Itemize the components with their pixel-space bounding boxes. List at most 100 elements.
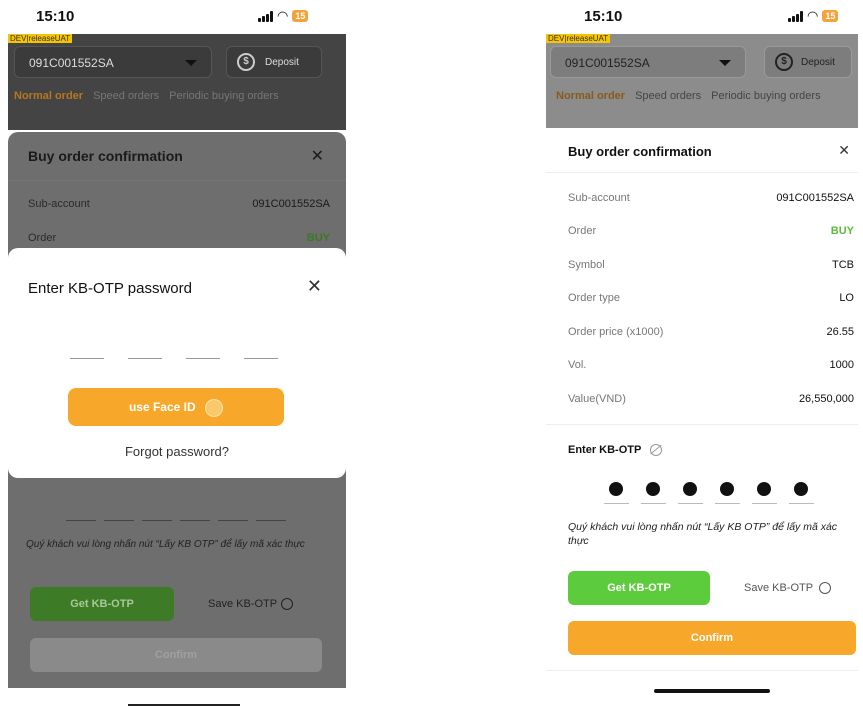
deposit-button[interactable]: $ Deposit: [226, 46, 322, 78]
row-value: 1000: [829, 359, 854, 371]
phone-left: 15:10 ◠ 15 DEV|releaseUAT 091C001552SA $…: [8, 0, 346, 708]
otp-label-text: Enter KB-OTP: [568, 444, 642, 456]
env-tag: DEV|releaseUAT: [8, 34, 73, 43]
row-value: 091C001552SA: [252, 198, 330, 210]
row-order-price: Order price (x1000) 26.55: [568, 326, 854, 338]
row-volume: Vol. 1000: [568, 359, 854, 371]
row-value: BUY: [830, 225, 854, 237]
close-icon[interactable]: ✕: [838, 142, 850, 159]
row-value: 26.55: [826, 326, 854, 338]
account-number: 091C001552SA: [565, 56, 650, 70]
get-otp-button-dimmed: Get KB-OTP: [30, 587, 174, 621]
row-label: Sub-account: [568, 192, 630, 204]
close-icon[interactable]: ✕: [307, 276, 322, 297]
status-time: 15:10: [36, 8, 75, 25]
tab-periodic-buying[interactable]: Periodic buying orders: [711, 90, 820, 112]
otp-input[interactable]: [604, 478, 814, 504]
save-otp-dimmed: Save KB-OTP: [208, 598, 294, 611]
forgot-password-link[interactable]: Forgot password?: [8, 444, 346, 459]
tab-speed-orders[interactable]: Speed orders: [93, 90, 159, 112]
fingerprint-icon: [205, 398, 224, 417]
home-indicator: [654, 689, 770, 693]
app-header: DEV|releaseUAT 091C001552SA $ Deposit No…: [8, 34, 346, 130]
signal-icon: [258, 10, 273, 22]
battery-icon: 15: [822, 10, 839, 22]
otp-instruction-dimmed: Quý khách vui lòng nhấn nút “Lấy KB OTP”…: [26, 539, 305, 550]
status-icons: ◠ 15: [788, 8, 839, 23]
confirm-button[interactable]: Confirm: [568, 621, 856, 655]
tab-speed-orders[interactable]: Speed orders: [635, 90, 701, 112]
confirmation-sheet: Buy order confirmation ✕ Sub-account 091…: [546, 128, 858, 708]
row-sub-account: Sub-account 091C001552SA: [568, 192, 854, 204]
otp-instruction: Quý khách vui lòng nhấn nút “Lấy KB OTP”…: [568, 521, 838, 547]
save-otp-toggle[interactable]: Save KB-OTP: [744, 582, 832, 595]
row-label: Value(VND): [568, 393, 626, 405]
row-value: 091C001552SA: [776, 192, 854, 204]
sheet-title: Buy order confirmation: [568, 144, 712, 159]
account-selector[interactable]: 091C001552SA: [550, 46, 746, 78]
account-number: 091C001552SA: [29, 56, 114, 70]
divider: [546, 424, 858, 425]
chevron-down-icon: [719, 60, 731, 66]
row-label: Order type: [568, 292, 620, 304]
signal-icon: [788, 10, 803, 22]
eye-off-icon[interactable]: [650, 444, 663, 457]
row-value: BUY: [306, 232, 330, 244]
modal-title: Enter KB-OTP password: [28, 280, 192, 297]
deposit-label: Deposit: [801, 57, 835, 68]
order-tabs: Normal order Speed orders Periodic buyin…: [14, 90, 346, 112]
status-icons: ◠ 15: [258, 8, 309, 23]
account-selector[interactable]: 091C001552SA: [14, 46, 212, 78]
status-bar: 15:10 ◠ 15: [8, 0, 346, 34]
app-header: DEV|releaseUAT 091C001552SA $ Deposit No…: [546, 34, 858, 128]
chevron-down-icon: [185, 60, 197, 66]
sheet-title: Buy order confirmation: [28, 148, 183, 164]
tab-normal-order[interactable]: Normal order: [14, 90, 83, 112]
home-indicator: [128, 704, 240, 706]
status-bar: 15:10 ◠ 15: [546, 0, 858, 34]
status-time: 15:10: [584, 8, 623, 25]
phone-right: 15:10 ◠ 15 DEV|releaseUAT 091C001552SA $…: [546, 0, 858, 708]
row-value: TCB: [832, 259, 854, 271]
row-symbol: Symbol TCB: [568, 259, 854, 271]
wifi-icon: ◠: [807, 8, 819, 23]
row-order: Order BUY: [28, 232, 330, 244]
face-id-button[interactable]: use Face ID: [68, 388, 284, 426]
row-sub-account: Sub-account 091C001552SA: [28, 198, 330, 210]
close-icon[interactable]: ✕: [311, 146, 324, 166]
deposit-icon: $: [775, 53, 793, 71]
row-label: Symbol: [568, 259, 605, 271]
sheet-header: Buy order confirmation ✕: [8, 132, 346, 181]
get-otp-button[interactable]: Get KB-OTP: [568, 571, 710, 605]
save-otp-label: Save KB-OTP: [744, 582, 814, 594]
row-order-type: Order type LO: [568, 292, 854, 304]
radio-icon: [281, 598, 294, 611]
tab-normal-order[interactable]: Normal order: [556, 90, 625, 112]
sheet-header: Buy order confirmation ✕: [546, 128, 858, 173]
row-order: Order BUY: [568, 225, 854, 237]
row-label: Order: [28, 232, 57, 244]
row-value: 26,550,000: [798, 393, 854, 405]
face-id-label: use Face ID: [128, 400, 196, 414]
save-otp-label: Save KB-OTP: [208, 598, 278, 610]
row-label: Order price (x1000): [568, 326, 664, 338]
env-tag: DEV|releaseUAT: [546, 34, 611, 43]
order-tabs: Normal order Speed orders Periodic buyin…: [556, 90, 858, 112]
divider: [546, 670, 858, 671]
otp-label: Enter KB-OTP: [568, 444, 663, 457]
pin-input[interactable]: [70, 358, 278, 359]
otp-password-modal: Enter KB-OTP password ✕ use Face ID Forg…: [8, 248, 346, 478]
row-label: Order: [568, 225, 597, 237]
row-label: Sub-account: [28, 198, 90, 210]
row-value-vnd: Value(VND) 26,550,000: [568, 393, 854, 405]
deposit-label: Deposit: [265, 57, 299, 68]
battery-icon: 15: [292, 10, 309, 22]
wifi-icon: ◠: [277, 8, 289, 23]
confirm-button-dimmed: Confirm: [30, 638, 322, 672]
tab-periodic-buying[interactable]: Periodic buying orders: [169, 90, 278, 112]
radio-icon[interactable]: [819, 582, 832, 595]
deposit-button[interactable]: $ Deposit: [764, 46, 852, 78]
deposit-icon: $: [237, 53, 255, 71]
otp-input-dimmed: [66, 520, 286, 521]
row-value: LO: [839, 292, 854, 304]
